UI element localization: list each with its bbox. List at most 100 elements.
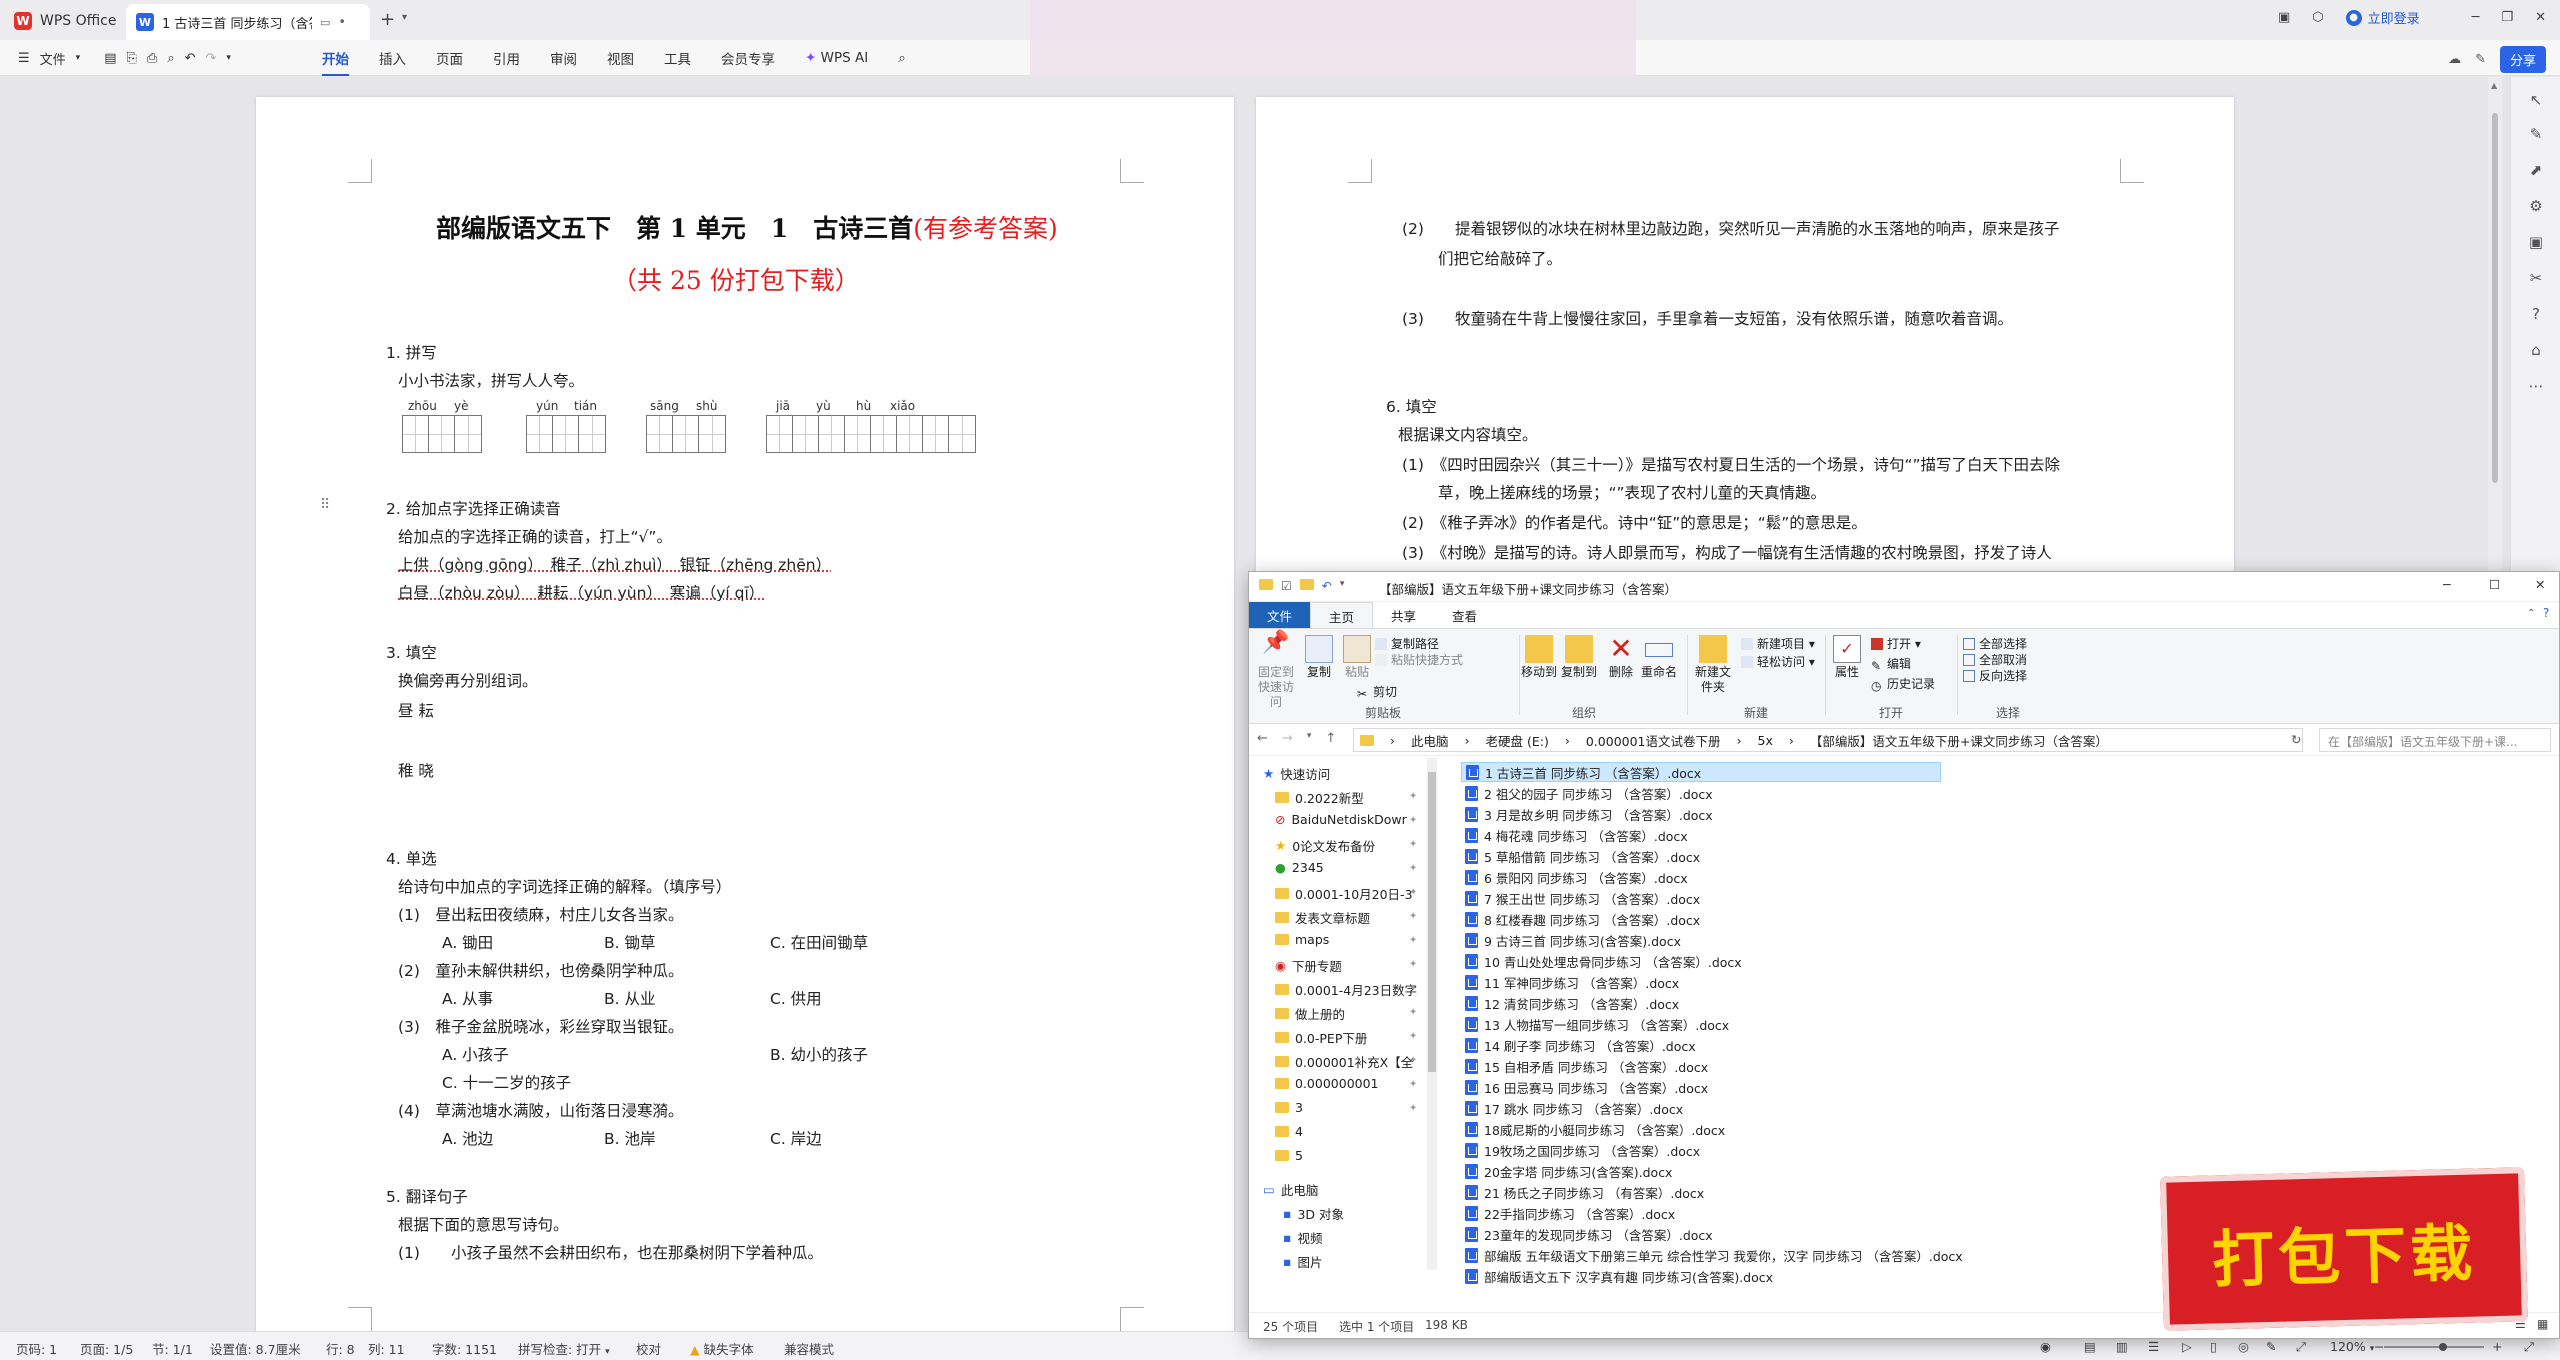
file-row[interactable]: 14 刷子李 同步练习 （含答案）.docx bbox=[1461, 1035, 1941, 1055]
paste-shortcut-button[interactable]: 粘贴快捷方式 bbox=[1375, 651, 1463, 668]
nav-item[interactable]: ★ 0论文发布备份 bbox=[1275, 836, 1375, 855]
undo-icon[interactable]: ↶ bbox=[185, 51, 196, 66]
minimize-icon[interactable]: ─ bbox=[2472, 10, 2480, 25]
explorer-title-bar[interactable]: ☑ ↶ ▾ 【部编版】语文五年级下册+课文同步练习（含答案） ─ ☐ ✕ bbox=[1249, 572, 2559, 602]
close-tab-icon[interactable]: • bbox=[338, 15, 346, 30]
cursor-icon[interactable]: ↖ bbox=[2526, 91, 2546, 111]
section-count[interactable]: 节: 1/1 bbox=[152, 1339, 193, 1358]
file-row[interactable]: 20金字塔 同步练习(含答案).docx bbox=[1461, 1161, 1941, 1181]
recent-chevron-icon[interactable]: ▾ bbox=[1307, 731, 1312, 746]
refresh-icon[interactable]: ↻ bbox=[2291, 732, 2301, 747]
play-icon[interactable]: ▷ bbox=[2182, 1339, 2192, 1354]
pencil-icon[interactable]: ✎ bbox=[2266, 1339, 2276, 1354]
tab-insert[interactable]: 插入 bbox=[379, 48, 406, 68]
back-icon[interactable]: ← bbox=[1257, 731, 1268, 746]
nav-item[interactable]: 0.000000001 bbox=[1275, 1076, 1379, 1091]
file-row[interactable]: 19牧场之国同步练习 （含答案）.docx bbox=[1461, 1140, 1941, 1160]
globe-icon[interactable]: ◎ bbox=[2238, 1339, 2249, 1354]
select-all-button[interactable]: 全部选择 bbox=[1963, 635, 2027, 652]
scrollbar-up-icon[interactable]: ▲ bbox=[2491, 81, 2497, 90]
chevron-down-icon[interactable]: ▾ bbox=[1340, 579, 1345, 593]
nav-item[interactable]: ▭ 此电脑 bbox=[1263, 1180, 1318, 1199]
more-chevron-icon[interactable]: ▾ bbox=[226, 53, 231, 63]
nav-item[interactable]: ▪ 视频 bbox=[1283, 1228, 1323, 1247]
help-icon[interactable]: ? bbox=[2543, 606, 2549, 620]
cut-button[interactable]: ✂ 剪切 bbox=[1357, 683, 1397, 701]
writing-grid[interactable] bbox=[646, 415, 726, 453]
tiles-view-icon[interactable]: ▦ bbox=[2537, 1317, 2548, 1331]
file-row[interactable]: 8 红楼春趣 同步练习 （含答案）.docx bbox=[1461, 909, 1941, 929]
properties-button[interactable]: ✓ 属性 bbox=[1831, 635, 1863, 680]
nav-item[interactable]: 0.0-PEP下册 bbox=[1275, 1028, 1367, 1047]
nav-item[interactable]: 4 bbox=[1275, 1124, 1303, 1139]
missing-font[interactable]: ▲ 缺失字体 bbox=[690, 1339, 754, 1358]
tab-references[interactable]: 引用 bbox=[493, 48, 520, 68]
chevron-down-icon[interactable]: ▾ bbox=[76, 53, 81, 63]
print-icon[interactable]: ⎙ bbox=[147, 51, 157, 66]
redo-icon[interactable]: ↷ bbox=[206, 51, 217, 66]
fullscreen-icon[interactable]: ⤢ bbox=[2524, 1339, 2534, 1355]
file-row[interactable]: 23童年的发现同步练习 （含答案）.docx bbox=[1461, 1224, 1941, 1244]
layout-icon[interactable]: ▣ bbox=[2278, 10, 2290, 25]
word-count[interactable]: 字数: 1151 bbox=[432, 1339, 497, 1358]
help-icon[interactable]: ? bbox=[2526, 305, 2546, 325]
file-row[interactable]: 17 跳水 同步练习 （含答案）.docx bbox=[1461, 1098, 1941, 1118]
comment-icon[interactable]: ✎ bbox=[2475, 52, 2486, 67]
breadcrumb[interactable]: 【部编版】语文五年级下册+课文同步练习（含答案） bbox=[1810, 731, 2108, 750]
more-icon[interactable]: ⋯ bbox=[2526, 377, 2546, 397]
file-row[interactable]: 部编版语文五下 汉字真有趣 同步练习(含答案).docx bbox=[1461, 1266, 2021, 1286]
paste-button[interactable]: 粘贴 bbox=[1341, 635, 1373, 680]
new-tab-button[interactable]: + bbox=[380, 9, 395, 30]
file-row[interactable]: 3 月是故乡明 同步练习 （含答案）.docx bbox=[1461, 804, 1941, 824]
writing-grid[interactable] bbox=[402, 415, 482, 453]
address-bar[interactable]: › 此电脑 › 老硬盘 (E:) › 0.000001语文试卷下册 › 5x ›… bbox=[1353, 728, 2303, 752]
zoom-slider[interactable] bbox=[2384, 1343, 2484, 1351]
close-window-icon[interactable]: ✕ bbox=[2535, 577, 2545, 592]
file-row[interactable]: 22手指同步练习 （含答案）.docx bbox=[1461, 1203, 1941, 1223]
nav-item[interactable]: ★ 快速访问 bbox=[1263, 764, 1330, 783]
file-row[interactable]: 5 草船借箭 同步练习 （含答案）.docx bbox=[1461, 846, 1941, 866]
tab-file[interactable]: 文件 bbox=[1249, 602, 1311, 628]
nav-item[interactable]: 0.0001-4月23日数字 bbox=[1275, 980, 1417, 999]
proofread[interactable]: 校对 bbox=[636, 1339, 661, 1358]
select-icon[interactable]: ⬈ bbox=[2526, 161, 2546, 181]
pin-quick-access-button[interactable]: 📌 固定到快速访问 bbox=[1253, 632, 1299, 710]
tab-member[interactable]: 会员专享 bbox=[721, 48, 775, 68]
nav-item[interactable]: 5 bbox=[1275, 1148, 1303, 1163]
file-menu[interactable]: 文件 bbox=[40, 49, 66, 68]
zoom-in-icon[interactable]: + bbox=[2492, 1339, 2502, 1354]
page-count[interactable]: 页面: 1/5 bbox=[80, 1339, 133, 1358]
setting-value[interactable]: 设置值: 8.7厘米 bbox=[210, 1339, 301, 1358]
nav-scrollbar[interactable] bbox=[1427, 758, 1437, 1270]
pen-icon[interactable]: ✎ bbox=[2526, 125, 2546, 145]
properties-icon[interactable]: ☑ bbox=[1281, 579, 1292, 593]
nav-item[interactable]: 0.000001补充X【全 bbox=[1275, 1052, 1413, 1071]
close-window-icon[interactable]: ✕ bbox=[2535, 10, 2546, 25]
delete-button[interactable]: ✕ 删除 bbox=[1605, 635, 1637, 680]
file-row[interactable]: 9 古诗三首 同步练习(含答案).docx bbox=[1461, 930, 1941, 950]
tab-view[interactable]: 查看 bbox=[1434, 602, 1495, 628]
nav-item[interactable]: 3 bbox=[1275, 1100, 1303, 1115]
hamburger-icon[interactable]: ☰ bbox=[18, 51, 30, 66]
save-icon[interactable]: ▤ bbox=[104, 51, 116, 66]
file-row[interactable]: 4 梅花魂 同步练习 （含答案）.docx bbox=[1461, 825, 1941, 845]
invert-selection-button[interactable]: 反向选择 bbox=[1963, 667, 2027, 684]
breadcrumb[interactable]: 5x bbox=[1758, 733, 1773, 748]
file-row[interactable]: 18威尼斯的小艇同步练习 （含答案）.docx bbox=[1461, 1119, 1941, 1139]
nav-item[interactable]: 0.0001-10月20日-3 bbox=[1275, 884, 1413, 903]
tab-home[interactable]: 开始 bbox=[322, 40, 349, 76]
file-row[interactable]: 部编版 五年级语文下册第三单元 综合性学习 我爱你，汉字 同步练习 （含答案）.… bbox=[1461, 1245, 2021, 1265]
outline-view-icon[interactable]: ☰ bbox=[2148, 1339, 2159, 1354]
wps-ai-tab[interactable]: ✦ WPS AI bbox=[805, 50, 868, 66]
nav-item[interactable]: ▪ 3D 对象 bbox=[1283, 1204, 1344, 1223]
copy-to-button[interactable]: 复制到 bbox=[1559, 635, 1599, 680]
share-button[interactable]: 分享 bbox=[2499, 46, 2546, 73]
file-row[interactable]: 21 杨氏之子同步练习 （有答案）.docx bbox=[1461, 1182, 1941, 1202]
nav-item[interactable]: 做上册的 bbox=[1275, 1004, 1345, 1023]
tab-view[interactable]: 视图 bbox=[607, 48, 634, 68]
breadcrumb[interactable]: 0.000001语文试卷下册 bbox=[1586, 731, 1721, 750]
file-row[interactable]: 10 青山处处埋忠骨同步练习 （含答案）.docx bbox=[1461, 951, 1941, 971]
tab-list-chevron-icon[interactable]: ▾ bbox=[402, 12, 407, 23]
scrollbar-thumb[interactable] bbox=[2492, 113, 2498, 483]
file-row[interactable]: 11 军神同步练习 （含答案）.docx bbox=[1461, 972, 1941, 992]
